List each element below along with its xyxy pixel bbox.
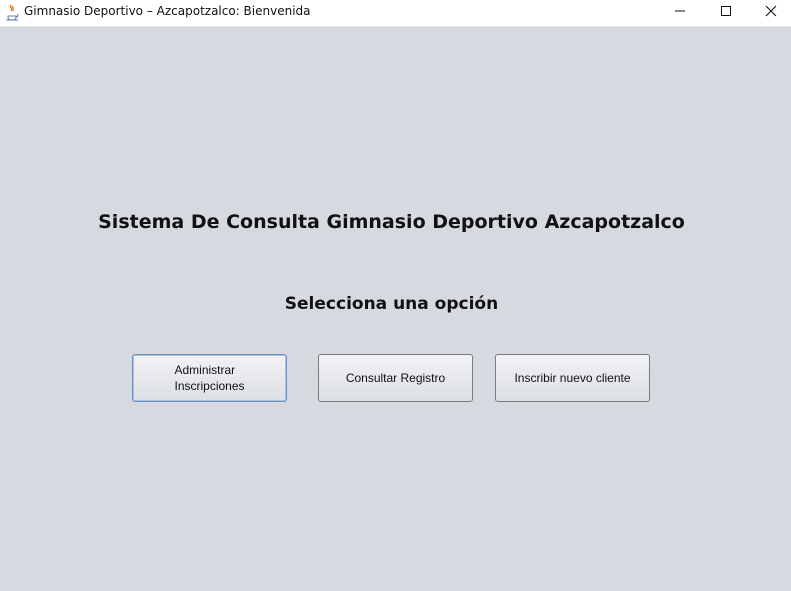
maximize-button[interactable] xyxy=(703,0,749,26)
administrar-inscripciones-button[interactable]: Administrar Inscripciones xyxy=(132,354,287,402)
button-label: Consultar Registro xyxy=(345,371,446,385)
close-icon xyxy=(765,4,777,22)
button-label: Inscribir nuevo cliente xyxy=(514,371,631,385)
inscribir-nuevo-cliente-button[interactable]: Inscribir nuevo cliente xyxy=(495,354,650,402)
window-title: Gimnasio Deportivo – Azcapotzalco: Bienv… xyxy=(24,4,311,18)
button-label: Administrar Inscripciones xyxy=(174,362,244,394)
page-title: Sistema De Consulta Gimnasio Deportivo A… xyxy=(98,211,685,233)
page-subtitle: Selecciona una opción xyxy=(284,294,499,314)
title-bar[interactable]: Gimnasio Deportivo – Azcapotzalco: Bienv… xyxy=(0,0,791,27)
button-label-line1: Administrar xyxy=(174,363,236,377)
button-label-line2: Inscripciones xyxy=(174,379,245,393)
content-panel: Sistema De Consulta Gimnasio Deportivo A… xyxy=(0,27,791,591)
java-cup-icon xyxy=(4,3,20,21)
maximize-icon xyxy=(720,4,732,22)
minimize-icon xyxy=(674,4,686,22)
application-window: Gimnasio Deportivo – Azcapotzalco: Bienv… xyxy=(0,0,791,591)
minimize-button[interactable] xyxy=(657,0,703,26)
close-button[interactable] xyxy=(748,0,791,26)
consultar-registro-button[interactable]: Consultar Registro xyxy=(318,354,473,402)
